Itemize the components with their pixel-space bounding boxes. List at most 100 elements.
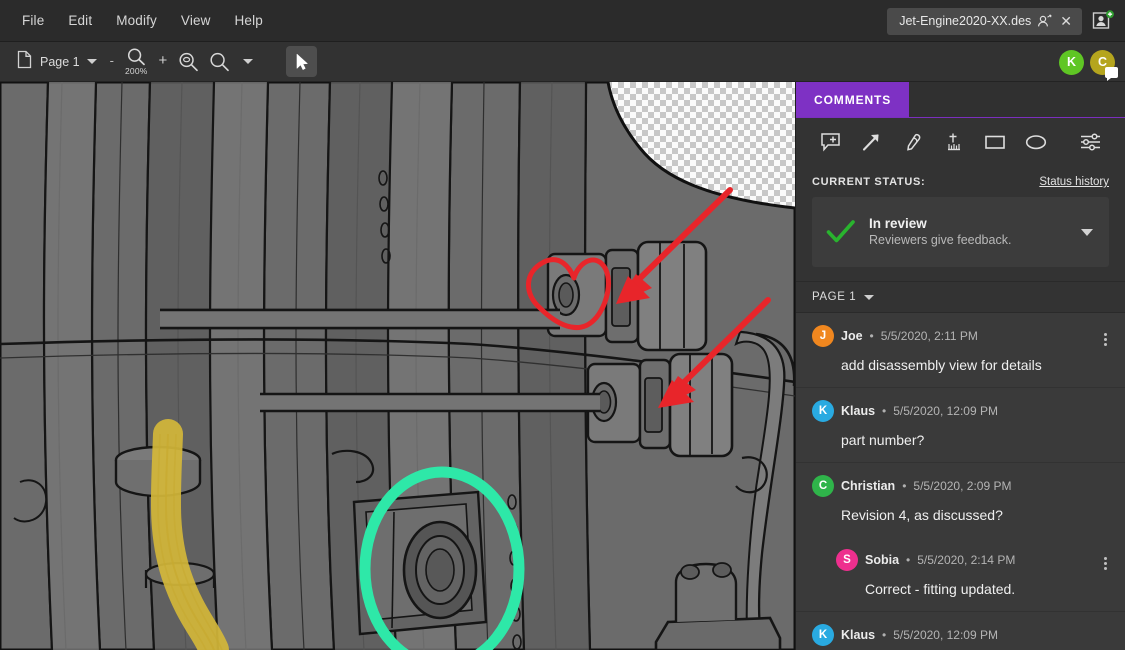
comment-reply-item[interactable]: S Sobia • 5/5/2020, 2:14 PM Correct - fi… xyxy=(796,537,1125,612)
drawing-canvas[interactable] xyxy=(0,82,795,650)
zoom-out-button[interactable]: - xyxy=(105,53,119,71)
menu-item-help[interactable]: Help xyxy=(223,8,275,33)
tool-ellipse[interactable] xyxy=(1015,125,1056,159)
tool-highlighter[interactable] xyxy=(892,125,933,159)
select-tool-button[interactable] xyxy=(286,46,317,77)
avatar[interactable]: C xyxy=(1090,50,1115,75)
comment-author: Joe xyxy=(841,329,863,343)
highlighter-pen-icon xyxy=(902,132,923,152)
zoom-level-label: 200% xyxy=(125,66,148,76)
separator-dot: • xyxy=(906,553,910,567)
comment-timestamp: 5/5/2020, 12:09 PM xyxy=(893,628,998,642)
comment-text: Correct - fitting updated. xyxy=(836,580,1109,598)
comment-options-menu-icon[interactable] xyxy=(1100,329,1111,350)
status-history-link[interactable]: Status history xyxy=(1039,176,1109,188)
magnifier-tool-icon xyxy=(208,51,231,73)
comment-author: Klaus xyxy=(841,404,875,418)
magnifier-select-icon xyxy=(177,51,200,73)
avatar: K xyxy=(812,624,834,646)
tool-rectangle[interactable] xyxy=(974,125,1015,159)
comments-list[interactable]: J Joe • 5/5/2020, 2:11 PM add disassembl… xyxy=(796,313,1125,650)
magnifier-icon xyxy=(126,47,146,67)
menu-item-modify[interactable]: Modify xyxy=(104,8,169,33)
cursor-arrow-icon xyxy=(295,53,309,71)
comments-panel: COMMENTS xyxy=(795,82,1125,650)
application-window: File Edit Modify View Help Jet-Engine202… xyxy=(0,0,1125,650)
status-text-group: In review Reviewers give feedback. xyxy=(869,215,1011,249)
avatar[interactable]: K xyxy=(1059,50,1084,75)
comment-timestamp: 5/5/2020, 2:09 PM xyxy=(913,479,1011,493)
engine-technical-drawing xyxy=(0,82,795,650)
document-tab[interactable]: Jet-Engine2020-XX.des ✕ xyxy=(887,8,1082,35)
document-tab-name: Jet-Engine2020-XX.des xyxy=(899,14,1031,28)
toolbar-left-group: Page 1 - 200% + xyxy=(0,45,317,79)
zoom-select-button[interactable] xyxy=(174,47,203,77)
tool-measure[interactable] xyxy=(933,125,974,159)
ellipse-icon xyxy=(1024,132,1048,152)
zoom-tool-button[interactable] xyxy=(205,47,234,77)
comment-options-menu-icon[interactable] xyxy=(1100,553,1111,574)
comment-item[interactable]: C Christian • 5/5/2020, 2:09 PM Revision… xyxy=(796,463,1125,537)
chevron-down-icon[interactable] xyxy=(1081,229,1093,236)
toolbar-avatars: K C xyxy=(1059,42,1115,82)
menu-items: File Edit Modify View Help xyxy=(0,8,275,33)
tool-arrow[interactable] xyxy=(851,125,892,159)
share-person-icon[interactable] xyxy=(1037,14,1052,28)
avatar-initial: C xyxy=(819,480,827,492)
separator-dot: • xyxy=(870,329,874,343)
comment-item[interactable]: J Joe • 5/5/2020, 2:11 PM add disassembl… xyxy=(796,313,1125,388)
avatar-initial: K xyxy=(1067,55,1076,69)
menu-item-file[interactable]: File xyxy=(10,8,56,33)
page-selector[interactable]: Page 1 xyxy=(14,47,103,77)
rectangle-icon xyxy=(983,132,1007,152)
comment-header: K Klaus • 5/5/2020, 12:09 PM xyxy=(812,400,1109,422)
panel-tab-bar: COMMENTS xyxy=(796,82,1125,118)
current-status-label: CURRENT STATUS: xyxy=(812,176,925,188)
comment-header: S Sobia • 5/5/2020, 2:14 PM xyxy=(836,549,1109,571)
zoom-level-control[interactable]: 200% xyxy=(121,45,152,79)
avatar-initial: K xyxy=(819,629,827,641)
comment-item[interactable]: K Klaus • 5/5/2020, 12:09 PM xyxy=(796,612,1125,650)
sliders-settings-icon xyxy=(1079,132,1102,152)
page-selector-label: Page 1 xyxy=(40,55,80,69)
menu-bar-right: Jet-Engine2020-XX.des ✕ xyxy=(887,0,1125,42)
green-check-icon xyxy=(826,219,856,245)
zoom-in-button[interactable]: + xyxy=(154,52,173,71)
status-title: In review xyxy=(869,215,1011,232)
avatar: J xyxy=(812,325,834,347)
menu-item-view[interactable]: View xyxy=(169,8,223,33)
separator-dot: • xyxy=(882,628,886,642)
comment-author: Christian xyxy=(841,479,895,493)
chevron-down-icon xyxy=(87,59,97,64)
zoom-options-dropdown[interactable] xyxy=(236,47,260,77)
comment-header: J Joe • 5/5/2020, 2:11 PM xyxy=(812,325,1109,347)
avatar: K xyxy=(812,400,834,422)
invite-collaborator-button[interactable] xyxy=(1089,7,1117,35)
avatar-initial: K xyxy=(819,405,827,417)
avatar: S xyxy=(836,549,858,571)
tool-settings[interactable] xyxy=(1070,125,1111,159)
status-card[interactable]: In review Reviewers give feedback. xyxy=(812,197,1109,267)
page-filter-label: PAGE 1 xyxy=(812,291,856,303)
status-section: CURRENT STATUS: Status history In review… xyxy=(796,166,1125,281)
comment-timestamp: 5/5/2020, 2:14 PM xyxy=(917,553,1015,567)
page-document-icon xyxy=(16,50,33,74)
page-filter[interactable]: PAGE 1 xyxy=(796,281,1125,313)
separator-dot: • xyxy=(882,404,886,418)
tool-add-comment[interactable] xyxy=(810,125,851,159)
arrow-icon xyxy=(861,132,882,152)
tab-comments[interactable]: COMMENTS xyxy=(796,82,909,117)
comment-timestamp: 5/5/2020, 12:09 PM xyxy=(893,404,998,418)
menu-item-edit[interactable]: Edit xyxy=(56,8,104,33)
comment-author: Klaus xyxy=(841,628,875,642)
add-comment-icon xyxy=(820,132,841,152)
comment-text: add disassembly view for details xyxy=(812,356,1109,374)
comment-author: Sobia xyxy=(865,553,899,567)
comment-header: K Klaus • 5/5/2020, 12:09 PM xyxy=(812,624,1109,646)
comment-item[interactable]: K Klaus • 5/5/2020, 12:09 PM part number… xyxy=(796,388,1125,463)
status-subtitle: Reviewers give feedback. xyxy=(869,232,1011,249)
measure-icon xyxy=(943,132,964,152)
separator-dot: • xyxy=(902,479,906,493)
comment-timestamp: 5/5/2020, 2:11 PM xyxy=(881,329,978,343)
close-icon[interactable]: ✕ xyxy=(1058,16,1074,26)
